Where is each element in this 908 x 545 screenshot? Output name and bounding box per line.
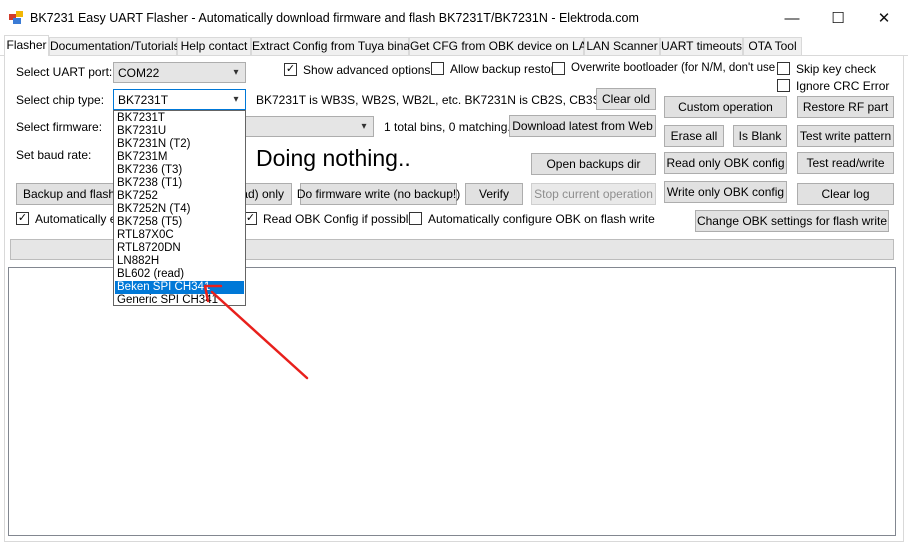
dropdown-item-bk7238[interactable]: BK7238 (T1) [115, 177, 244, 190]
read-only-obk-button[interactable]: Read only OBK config [664, 152, 787, 174]
read-obk-config-label: Read OBK Config if possible [263, 212, 416, 226]
auto-extract-checkbox[interactable]: ✓ [16, 212, 29, 225]
test-read-write-button[interactable]: Test read/write [797, 152, 894, 174]
chevron-down-icon: ▾ [361, 120, 367, 132]
chip-type-value: BK7231T [118, 93, 169, 107]
maximize-icon: ☐ [831, 10, 845, 27]
is-blank-button[interactable]: Is Blank [733, 125, 787, 147]
close-icon: ✕ [877, 10, 891, 27]
minimize-button[interactable]: — [772, 6, 812, 30]
allow-backup-restore-checkbox[interactable] [431, 62, 444, 75]
dropdown-item-rtl87x0c[interactable]: RTL87X0C [115, 229, 244, 242]
do-firmware-write-button[interactable]: Do firmware write (no backup!) [297, 183, 460, 205]
window-title: BK7231 Easy UART Flasher - Automatically… [30, 11, 639, 25]
tab-uart-timeouts[interactable]: UART timeouts [660, 37, 743, 55]
verify-button[interactable]: Verify [465, 183, 523, 205]
backup-and-flash-button[interactable]: Backup and flash n [16, 183, 114, 205]
firmware-label: Select firmware: [16, 120, 103, 134]
clear-log-button[interactable]: Clear log [797, 183, 894, 205]
close-button[interactable]: ✕ [864, 6, 904, 30]
open-backups-button[interactable]: Open backups dir [531, 153, 656, 175]
chevron-down-icon: ▾ [233, 93, 239, 105]
status-text: Doing nothing.. [256, 145, 411, 171]
chip-type-select[interactable]: BK7231T ▾ [113, 89, 246, 110]
change-obk-settings-button[interactable]: Change OBK settings for flash write [695, 210, 889, 232]
chip-type-dropdown-list: BK7231T BK7231U BK7231N (T2) BK7231M BK7… [113, 110, 246, 306]
skip-key-check-label: Skip key check [796, 62, 877, 76]
tab-documentation[interactable]: Documentation/Tutorials [49, 37, 180, 55]
download-latest-button[interactable]: Download latest from Web [509, 115, 656, 137]
dropdown-item-bl602[interactable]: BL602 (read) [115, 268, 244, 281]
tab-ota-tool[interactable]: OTA Tool [743, 37, 802, 55]
bins-info-text: 1 total bins, 0 matching. [384, 120, 511, 134]
read-only-button[interactable]: ad) only [241, 183, 292, 205]
dropdown-item-bk7258[interactable]: BK7258 (T5) [115, 216, 244, 229]
dropdown-item-bk7252n[interactable]: BK7252N (T4) [115, 203, 244, 216]
auto-configure-obk-checkbox[interactable] [409, 212, 422, 225]
dropdown-item-rtl8720dn[interactable]: RTL8720DN [115, 242, 244, 255]
ignore-crc-checkbox[interactable] [777, 79, 790, 92]
custom-operation-button[interactable]: Custom operation [664, 96, 787, 118]
dropdown-item-bk7231n[interactable]: BK7231N (T2) [115, 138, 244, 151]
tab-lan-scanner[interactable]: LAN Scanner [584, 37, 660, 55]
minimize-icon: — [784, 9, 800, 27]
write-only-obk-button[interactable]: Write only OBK config [664, 181, 787, 203]
chip-type-label: Select chip type: [16, 93, 105, 107]
tab-get-cfg-obk[interactable]: Get CFG from OBK device on LAN [409, 37, 595, 55]
dropdown-item-bk7231m[interactable]: BK7231M [115, 151, 244, 164]
show-advanced-checkbox[interactable]: ✓ [284, 63, 297, 76]
uart-port-select[interactable]: COM22 ▾ [113, 62, 246, 83]
baud-rate-label: Set baud rate: [16, 148, 92, 162]
clear-old-button[interactable]: Clear old [596, 88, 656, 110]
dropdown-item-ln882h[interactable]: LN882H [115, 255, 244, 268]
dropdown-item-bk7231u[interactable]: BK7231U [115, 125, 244, 138]
tab-help-contact[interactable]: Help contact [177, 37, 251, 55]
auto-configure-obk-label: Automatically configure OBK on flash wri… [428, 212, 655, 226]
ignore-crc-label: Ignore CRC Error [796, 79, 890, 93]
erase-all-button[interactable]: Erase all [664, 125, 724, 147]
log-textbox[interactable] [8, 267, 896, 536]
restore-rf-button[interactable]: Restore RF part [797, 96, 894, 118]
chevron-down-icon: ▾ [233, 66, 239, 78]
uart-port-label: Select UART port: [16, 65, 113, 79]
app-icon [9, 11, 23, 24]
tab-flasher[interactable]: Flasher [4, 35, 49, 56]
dropdown-item-bk7252[interactable]: BK7252 [115, 190, 244, 203]
show-advanced-label: Show advanced options [303, 63, 431, 77]
test-write-pattern-button[interactable]: Test write pattern [797, 125, 894, 147]
skip-key-check-checkbox[interactable] [777, 62, 790, 75]
uart-port-value: COM22 [118, 66, 160, 80]
title-bar: BK7231 Easy UART Flasher - Automatically… [0, 0, 908, 34]
dropdown-item-bk7236[interactable]: BK7236 (T3) [115, 164, 244, 177]
maximize-button[interactable]: ☐ [818, 6, 858, 30]
stop-operation-button[interactable]: Stop current operation [531, 183, 656, 205]
tab-extract-config[interactable]: Extract Config from Tuya binary [251, 37, 420, 55]
overwrite-bootloader-checkbox[interactable] [552, 62, 565, 75]
chip-info-text: BK7231T is WB3S, WB2S, WB2L, etc. BK7231… [256, 93, 624, 107]
overwrite-bootloader-label: Overwrite bootloader (for N/M, don't use… [571, 62, 788, 74]
firmware-select[interactable]: ▾ [246, 116, 374, 137]
dropdown-item-bk7231t[interactable]: BK7231T [115, 112, 244, 125]
dropdown-item-generic-spi-ch341[interactable]: Generic SPI CH341 [115, 294, 244, 307]
dropdown-item-beken-spi-ch341[interactable]: Beken SPI CH341 [115, 281, 244, 294]
allow-backup-restore-label: Allow backup restore [450, 62, 562, 76]
